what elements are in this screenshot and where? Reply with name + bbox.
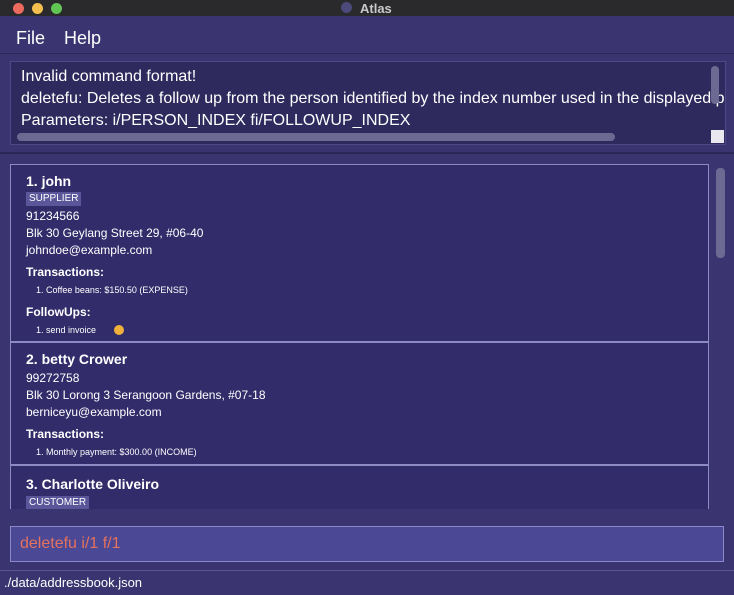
- status-bar: ./data/addressbook.json: [0, 570, 734, 595]
- result-horizontal-scrollbar[interactable]: [17, 133, 615, 141]
- app-icon: [341, 2, 352, 13]
- result-line-1: Invalid command format!: [21, 68, 197, 85]
- person-tag: CUSTOMER: [26, 496, 90, 509]
- person-email: berniceyu@example.com: [26, 405, 162, 419]
- close-window-button[interactable]: [13, 3, 24, 14]
- minimize-window-button[interactable]: [32, 3, 43, 14]
- transaction-item: 1. Monthly payment: $300.00 (INCOME): [36, 447, 197, 457]
- person-name: 1. john: [26, 173, 72, 189]
- transaction-item: 1. Coffee beans: $150.50 (EXPENSE): [36, 285, 188, 295]
- storage-path: ./data/addressbook.json: [4, 575, 143, 590]
- result-vertical-scrollbar[interactable]: [711, 66, 719, 104]
- command-panel: deletefu i/1 f/1: [0, 520, 734, 570]
- person-address: Blk 30 Geylang Street 29, #06-40: [26, 226, 204, 240]
- followups-label: FollowUps:: [26, 305, 91, 319]
- result-line-3: Parameters: i/PERSON_INDEX fi/FOLLOWUP_I…: [21, 112, 411, 129]
- person-card[interactable]: 2. betty Crower 99272758 Blk 30 Lorong 3…: [10, 342, 709, 465]
- maximize-window-button[interactable]: [51, 3, 62, 14]
- person-list-panel: 1. john SUPPLIER 91234566 Blk 30 Geylang…: [0, 155, 734, 520]
- person-tag: SUPPLIER: [26, 192, 82, 206]
- person-email: johndoe@example.com: [26, 243, 153, 257]
- person-name: 3. Charlotte Oliveiro: [26, 476, 160, 492]
- list-vertical-scrollbar[interactable]: [716, 168, 725, 258]
- result-display[interactable]: Invalid command format! deletefu: Delete…: [10, 61, 726, 145]
- person-phone: 99272758: [26, 371, 80, 385]
- person-list[interactable]: 1. john SUPPLIER 91234566 Blk 30 Geylang…: [9, 163, 731, 509]
- command-input[interactable]: deletefu i/1 f/1: [10, 526, 724, 562]
- transactions-label: Transactions:: [26, 265, 105, 279]
- result-panel: Invalid command format! deletefu: Delete…: [0, 54, 734, 154]
- title-bar: Atlas: [0, 0, 734, 16]
- followup-item: 1. send invoice: [36, 325, 97, 335]
- person-card[interactable]: 1. john SUPPLIER 91234566 Blk 30 Geylang…: [10, 164, 709, 342]
- help-menu[interactable]: Help: [64, 28, 101, 49]
- person-name: 2. betty Crower: [26, 351, 128, 367]
- result-line-2: deletefu: Deletes a follow up from the p…: [21, 90, 726, 107]
- person-address: Blk 30 Lorong 3 Serangoon Gardens, #07-1…: [26, 388, 266, 402]
- scrollbar-corner: [711, 130, 724, 143]
- person-card[interactable]: 3. Charlotte Oliveiro CUSTOMER: [10, 465, 709, 509]
- file-menu[interactable]: File: [16, 28, 45, 49]
- followup-status-dot: [114, 325, 124, 335]
- window-title: Atlas: [360, 1, 392, 16]
- menu-bar: File Help: [0, 16, 734, 54]
- transactions-label: Transactions:: [26, 427, 105, 441]
- person-phone: 91234566: [26, 209, 80, 223]
